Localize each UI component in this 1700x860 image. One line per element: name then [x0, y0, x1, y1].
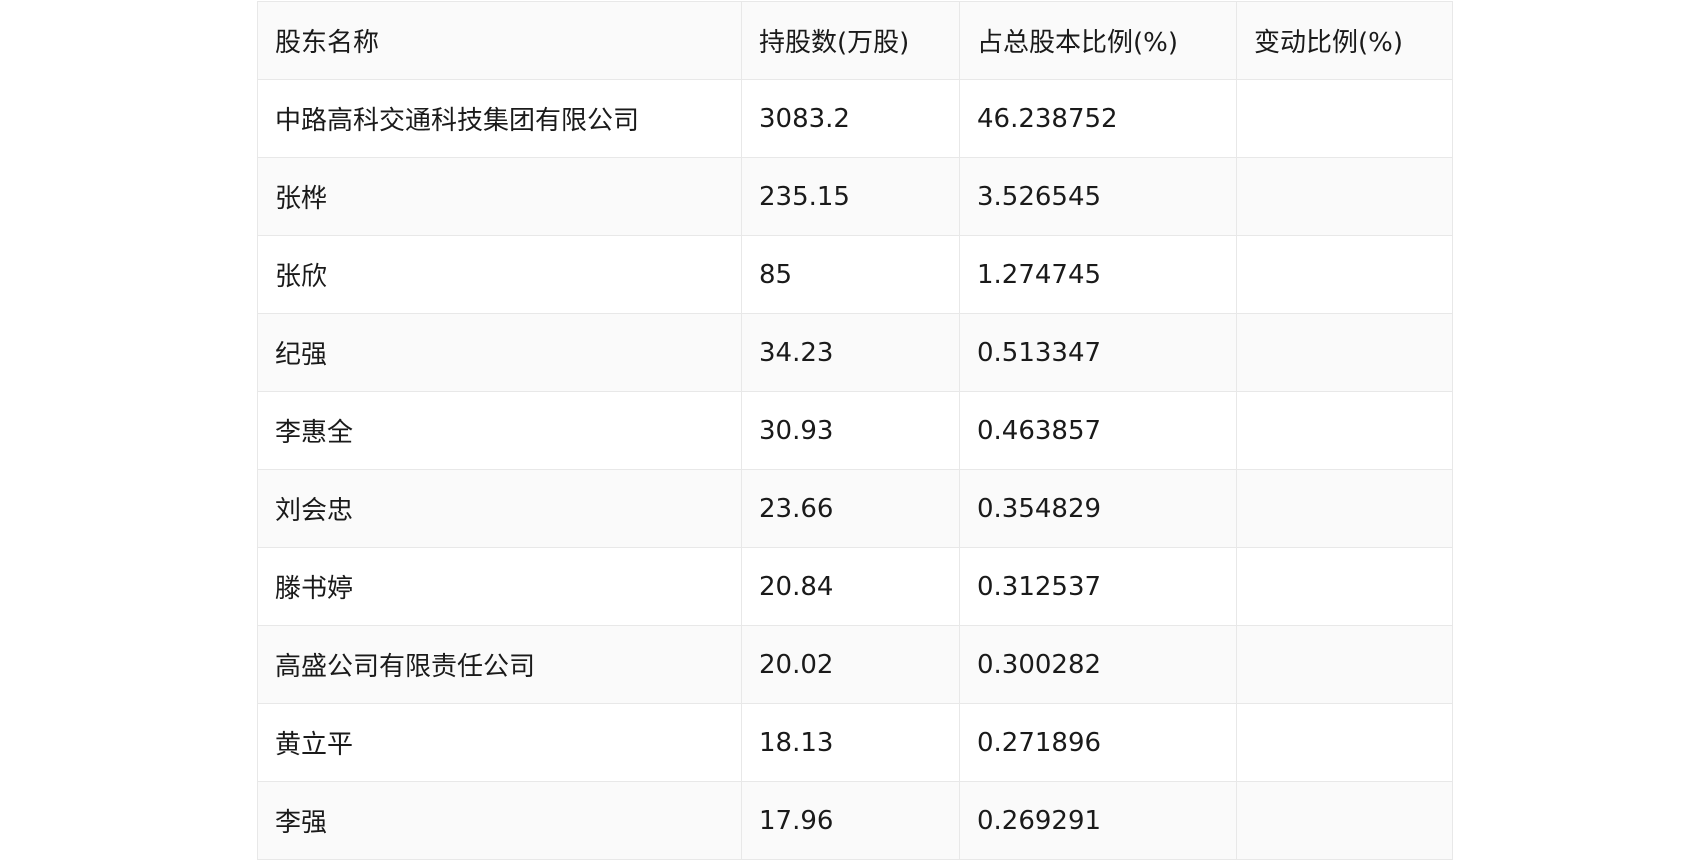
cell-change-ratio — [1236, 781, 1453, 860]
cell-shareholder-name: 高盛公司有限责任公司 — [257, 625, 742, 704]
cell-share-ratio: 0.269291 — [959, 781, 1237, 860]
cell-shares-held: 23.66 — [741, 469, 960, 548]
cell-shares-held: 34.23 — [741, 313, 960, 392]
header-change-ratio: 变动比例(%) — [1236, 1, 1453, 80]
cell-shareholder-name: 张桦 — [257, 157, 742, 236]
cell-change-ratio — [1236, 547, 1453, 626]
header-shareholder-name: 股东名称 — [257, 1, 742, 80]
cell-change-ratio — [1236, 391, 1453, 470]
cell-shares-held: 30.93 — [741, 391, 960, 470]
header-shares-held: 持股数(万股) — [741, 1, 960, 80]
cell-shares-held: 85 — [741, 235, 960, 314]
cell-shareholder-name: 刘会忠 — [257, 469, 742, 548]
cell-shareholder-name: 中路高科交通科技集团有限公司 — [257, 79, 742, 158]
table-row: 张欣 85 1.274745 — [257, 235, 1453, 314]
cell-share-ratio: 0.312537 — [959, 547, 1237, 626]
cell-change-ratio — [1236, 469, 1453, 548]
cell-share-ratio: 0.271896 — [959, 703, 1237, 782]
cell-share-ratio: 0.463857 — [959, 391, 1237, 470]
table-row: 黄立平 18.13 0.271896 — [257, 703, 1453, 782]
table-header-row: 股东名称 持股数(万股) 占总股本比例(%) 变动比例(%) — [257, 1, 1453, 80]
cell-change-ratio — [1236, 79, 1453, 158]
cell-change-ratio — [1236, 625, 1453, 704]
cell-shares-held: 235.15 — [741, 157, 960, 236]
cell-change-ratio — [1236, 157, 1453, 236]
shareholder-table-container: 股东名称 持股数(万股) 占总股本比例(%) 变动比例(%) 中路高科交通科技集… — [257, 1, 1453, 860]
cell-share-ratio: 46.238752 — [959, 79, 1237, 158]
cell-share-ratio: 0.300282 — [959, 625, 1237, 704]
cell-share-ratio: 3.526545 — [959, 157, 1237, 236]
cell-shareholder-name: 李惠全 — [257, 391, 742, 470]
table-row: 滕书婷 20.84 0.312537 — [257, 547, 1453, 626]
cell-shareholder-name: 黄立平 — [257, 703, 742, 782]
cell-shareholder-name: 纪强 — [257, 313, 742, 392]
table-body: 中路高科交通科技集团有限公司 3083.2 46.238752 张桦 235.15 3.5… — [257, 79, 1453, 860]
cell-shareholder-name: 张欣 — [257, 235, 742, 314]
cell-shares-held: 20.02 — [741, 625, 960, 704]
table-row: 张桦 235.15 3.526545 — [257, 157, 1453, 236]
cell-change-ratio — [1236, 235, 1453, 314]
table-row: 高盛公司有限责任公司 20.02 0.300282 — [257, 625, 1453, 704]
cell-share-ratio: 1.274745 — [959, 235, 1237, 314]
table-row: 刘会忠 23.66 0.354829 — [257, 469, 1453, 548]
table-row: 纪强 34.23 0.513347 — [257, 313, 1453, 392]
cell-shares-held: 20.84 — [741, 547, 960, 626]
table-row: 李强 17.96 0.269291 — [257, 781, 1453, 860]
table-row: 中路高科交通科技集团有限公司 3083.2 46.238752 — [257, 79, 1453, 158]
cell-change-ratio — [1236, 703, 1453, 782]
cell-share-ratio: 0.354829 — [959, 469, 1237, 548]
cell-shares-held: 17.96 — [741, 781, 960, 860]
table-row: 李惠全 30.93 0.463857 — [257, 391, 1453, 470]
cell-shareholder-name: 李强 — [257, 781, 742, 860]
cell-share-ratio: 0.513347 — [959, 313, 1237, 392]
cell-change-ratio — [1236, 313, 1453, 392]
shareholder-table: 股东名称 持股数(万股) 占总股本比例(%) 变动比例(%) 中路高科交通科技集… — [257, 1, 1453, 860]
header-share-ratio: 占总股本比例(%) — [959, 1, 1237, 80]
cell-shares-held: 3083.2 — [741, 79, 960, 158]
cell-shares-held: 18.13 — [741, 703, 960, 782]
cell-shareholder-name: 滕书婷 — [257, 547, 742, 626]
